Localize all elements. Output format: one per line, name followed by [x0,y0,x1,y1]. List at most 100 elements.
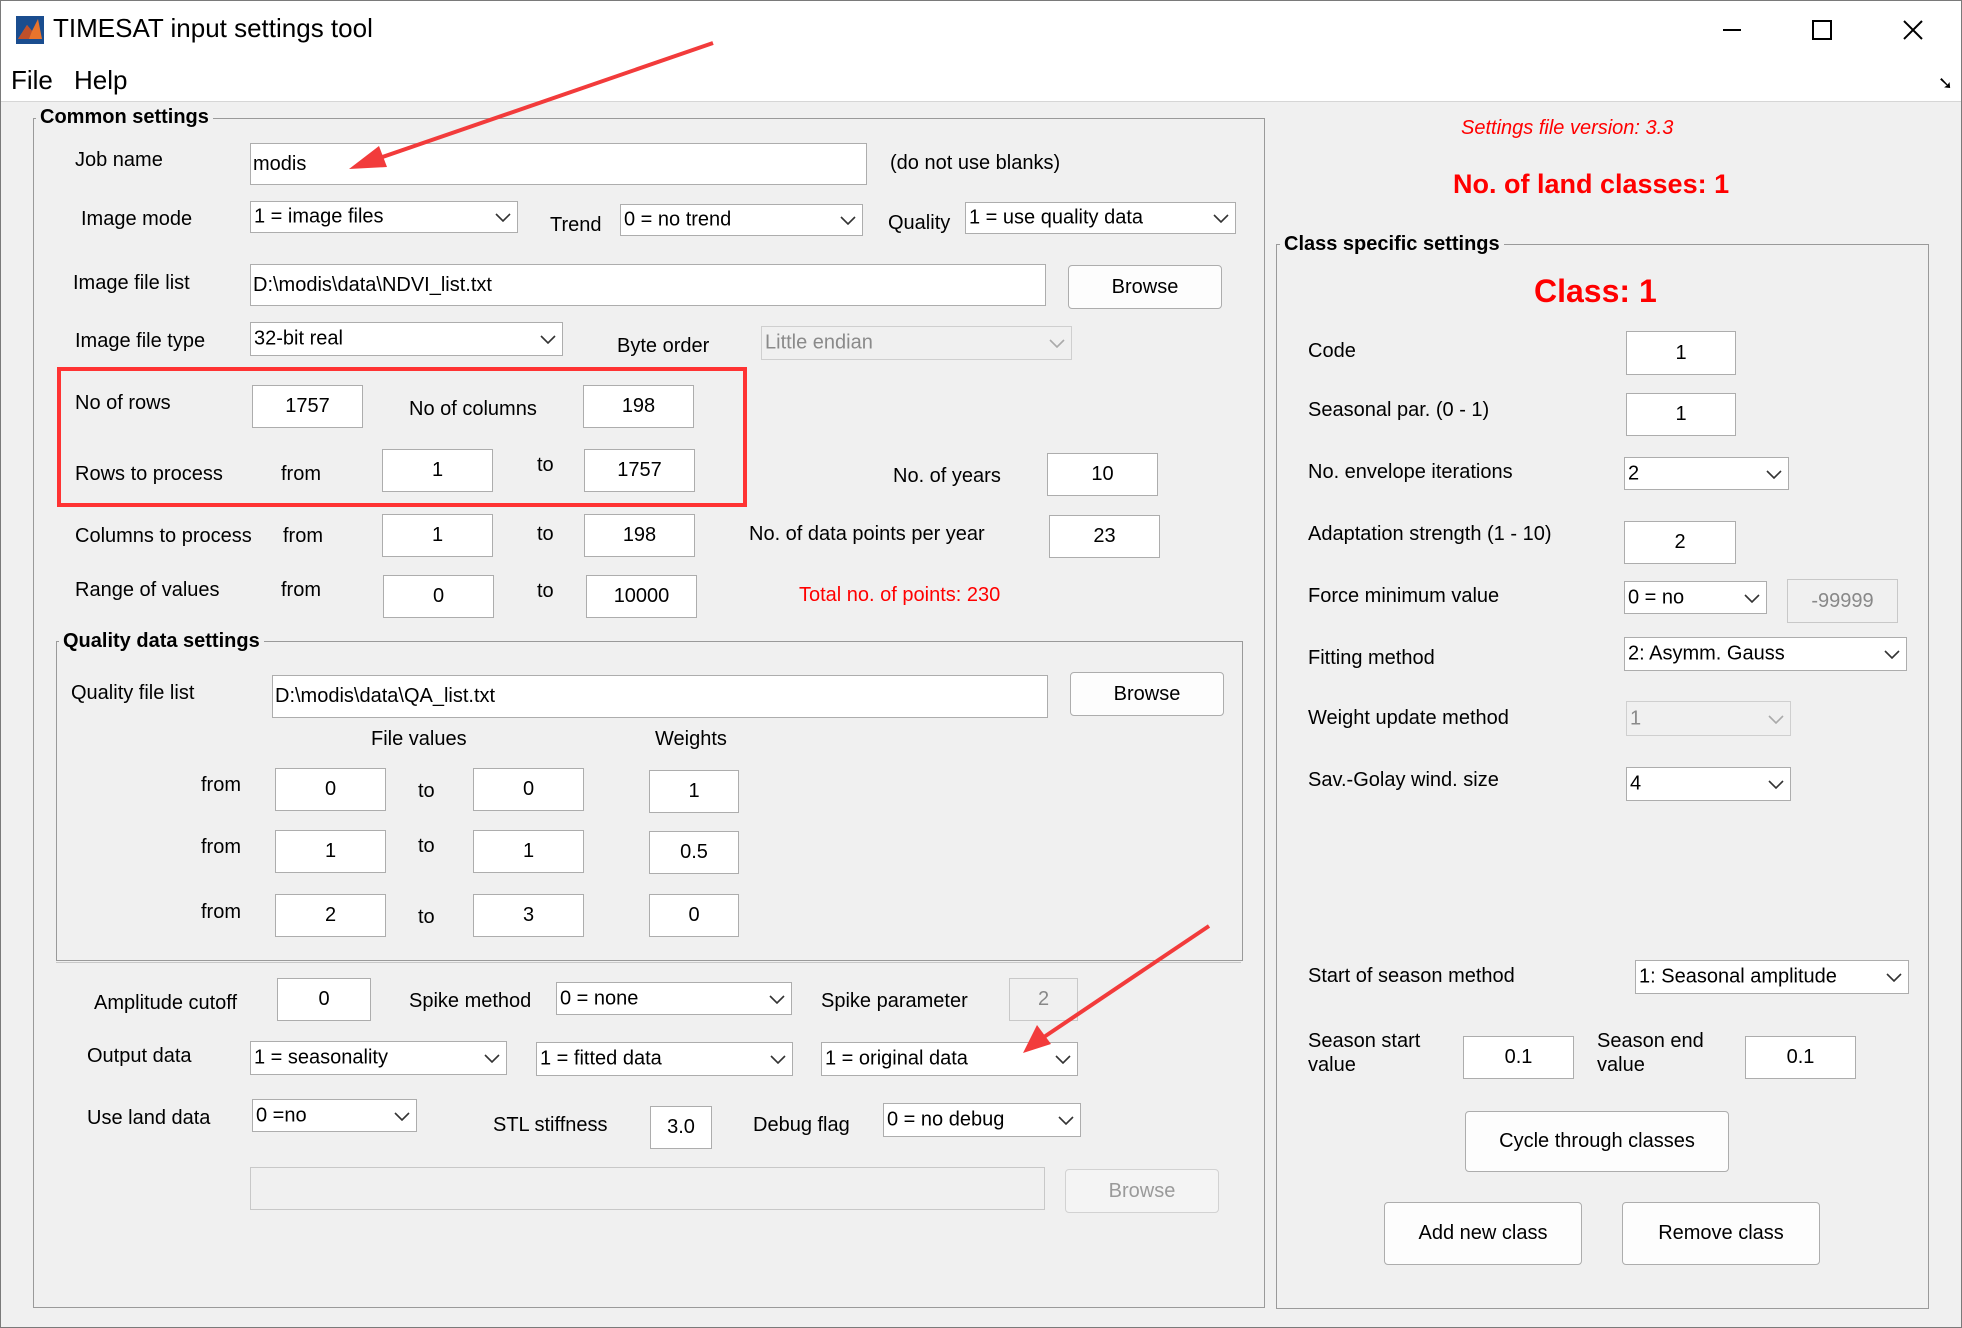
chevron-down-icon [1768,780,1784,789]
maximize-icon [1812,20,1832,40]
quality-row-1-to-input[interactable]: 0 [473,768,584,811]
byte-order-label: Byte order [617,335,710,357]
range-to-input[interactable]: 10000 [586,575,697,618]
image-browse-button[interactable]: Browse [1068,265,1222,309]
stl-stiffness-label: STL stiffness [493,1114,608,1136]
menu-help[interactable]: Help [74,65,127,96]
adaptation-strength-input[interactable]: 2 [1624,521,1736,564]
quality-row-2-weight-input[interactable]: 0.5 [649,831,739,874]
dock-arrow-icon[interactable]: ➘ [1938,73,1953,94]
quality-row-2-to-input[interactable]: 1 [473,830,584,873]
amplitude-cutoff-input[interactable]: 0 [277,978,371,1021]
debug-flag-label: Debug flag [753,1114,850,1136]
window-title: TIMESAT input settings tool [53,13,373,43]
quality-row-1-from-label: from [201,774,241,796]
output-seasonality-select[interactable]: 1 = seasonality [250,1041,507,1075]
land-file-input [250,1167,1045,1210]
land-browse-button: Browse [1065,1169,1219,1213]
rows-from-input[interactable]: 1 [382,449,493,492]
maximize-button[interactable] [1776,1,1868,59]
columns-input[interactable]: 198 [583,385,694,428]
settings-version-text: Settings file version: 3.3 [1461,117,1674,139]
output-seasonality-value: 1 = seasonality [254,1046,388,1069]
quality-row-3-weight-input[interactable]: 0 [649,894,739,937]
season-start-input[interactable]: 0.1 [1463,1036,1574,1079]
savgolay-window-label: Sav.-Golay wind. size [1308,769,1499,791]
spike-parameter-label: Spike parameter [821,990,968,1012]
rows-to-label: to [537,454,554,476]
stl-stiffness-input[interactable]: 3.0 [650,1106,712,1149]
trend-label: Trend [550,214,602,236]
range-from-label: from [281,579,321,601]
season-end-input[interactable]: 0.1 [1745,1036,1856,1079]
quality-select[interactable]: 1 = use quality data [965,202,1236,234]
output-data-label: Output data [87,1045,192,1067]
cycle-classes-button[interactable]: Cycle through classes [1465,1111,1729,1172]
start-of-season-select[interactable]: 1: Seasonal amplitude [1635,960,1909,994]
rows-input[interactable]: 1757 [252,385,363,428]
envelope-iterations-select[interactable]: 2 [1624,457,1789,490]
quality-file-list-input[interactable]: D:\modis\data\QA_list.txt [272,675,1048,718]
envelope-iterations-value: 2 [1628,462,1640,484]
common-settings-title: Common settings [36,106,213,129]
image-mode-value: 1 = image files [254,205,384,228]
image-file-type-select[interactable]: 32-bit real [250,322,563,356]
adaptation-strength-label: Adaptation strength (1 - 10) [1308,523,1552,545]
image-file-list-label: Image file list [73,272,190,294]
close-button[interactable] [1867,1,1959,59]
image-mode-select[interactable]: 1 = image files [250,201,518,233]
file-values-header: File values [371,728,467,750]
chevron-down-icon [540,335,556,344]
savgolay-window-select[interactable]: 4 [1626,767,1791,801]
chevron-down-icon [769,994,785,1004]
job-name-label: Job name [75,149,163,171]
quality-row-3-to-input[interactable]: 3 [473,894,584,937]
rows-process-label: Rows to process [75,463,223,485]
cols-from-input[interactable]: 1 [382,514,493,557]
output-original-select[interactable]: 1 = original data [821,1042,1078,1076]
fitting-method-label: Fitting method [1308,647,1435,669]
remove-class-button[interactable]: Remove class [1622,1202,1820,1265]
years-input[interactable]: 10 [1047,453,1158,496]
trend-select[interactable]: 0 = no trend [620,204,863,236]
range-label: Range of values [75,579,220,601]
code-label: Code [1308,340,1356,362]
points-per-year-input[interactable]: 23 [1049,515,1160,558]
output-fitted-select[interactable]: 1 = fitted data [536,1042,793,1076]
use-land-data-select[interactable]: 0 =no [252,1099,417,1132]
seasonal-par-label: Seasonal par. (0 - 1) [1308,399,1490,421]
quality-row-2-from-input[interactable]: 1 [275,830,386,873]
envelope-iterations-label: No. envelope iterations [1308,461,1513,483]
quality-row-1-weight-input[interactable]: 1 [649,770,739,813]
add-class-button[interactable]: Add new class [1384,1202,1582,1265]
use-land-data-label: Use land data [87,1107,211,1129]
cols-to-input[interactable]: 198 [584,514,695,557]
chevron-down-icon [495,213,511,222]
force-minimum-label: Force minimum value [1308,585,1500,607]
menu-file[interactable]: File [11,65,53,96]
quality-row-1-from-input[interactable]: 0 [275,768,386,811]
class-heading: Class: 1 [1534,273,1657,309]
chevron-down-icon [1055,1055,1071,1064]
byte-order-value: Little endian [765,331,873,354]
start-of-season-label: Start of season method [1308,965,1515,987]
code-input[interactable]: 1 [1626,331,1736,375]
range-to-label: to [537,580,554,602]
range-from-input[interactable]: 0 [383,575,494,618]
force-minimum-input: -99999 [1787,579,1898,623]
seasonal-par-input[interactable]: 1 [1626,393,1736,436]
spike-method-select[interactable]: 0 = none [556,982,792,1015]
columns-label: No of columns [409,398,537,420]
rows-to-input[interactable]: 1757 [584,449,695,492]
force-minimum-select[interactable]: 0 = no [1624,581,1767,614]
quality-row-3-from-input[interactable]: 2 [275,894,386,937]
minimize-button[interactable] [1686,1,1778,59]
image-file-list-input[interactable]: D:\modis\data\NDVI_list.txt [250,264,1046,306]
debug-flag-select[interactable]: 0 = no debug [883,1103,1081,1137]
job-name-input[interactable]: modis [250,143,867,185]
season-end-label-line2: value [1597,1054,1645,1076]
fitting-method-select[interactable]: 2: Asymm. Gauss [1624,637,1907,671]
weights-header: Weights [655,728,727,750]
quality-browse-button[interactable]: Browse [1070,672,1224,716]
cols-process-label: Columns to process [75,525,252,547]
